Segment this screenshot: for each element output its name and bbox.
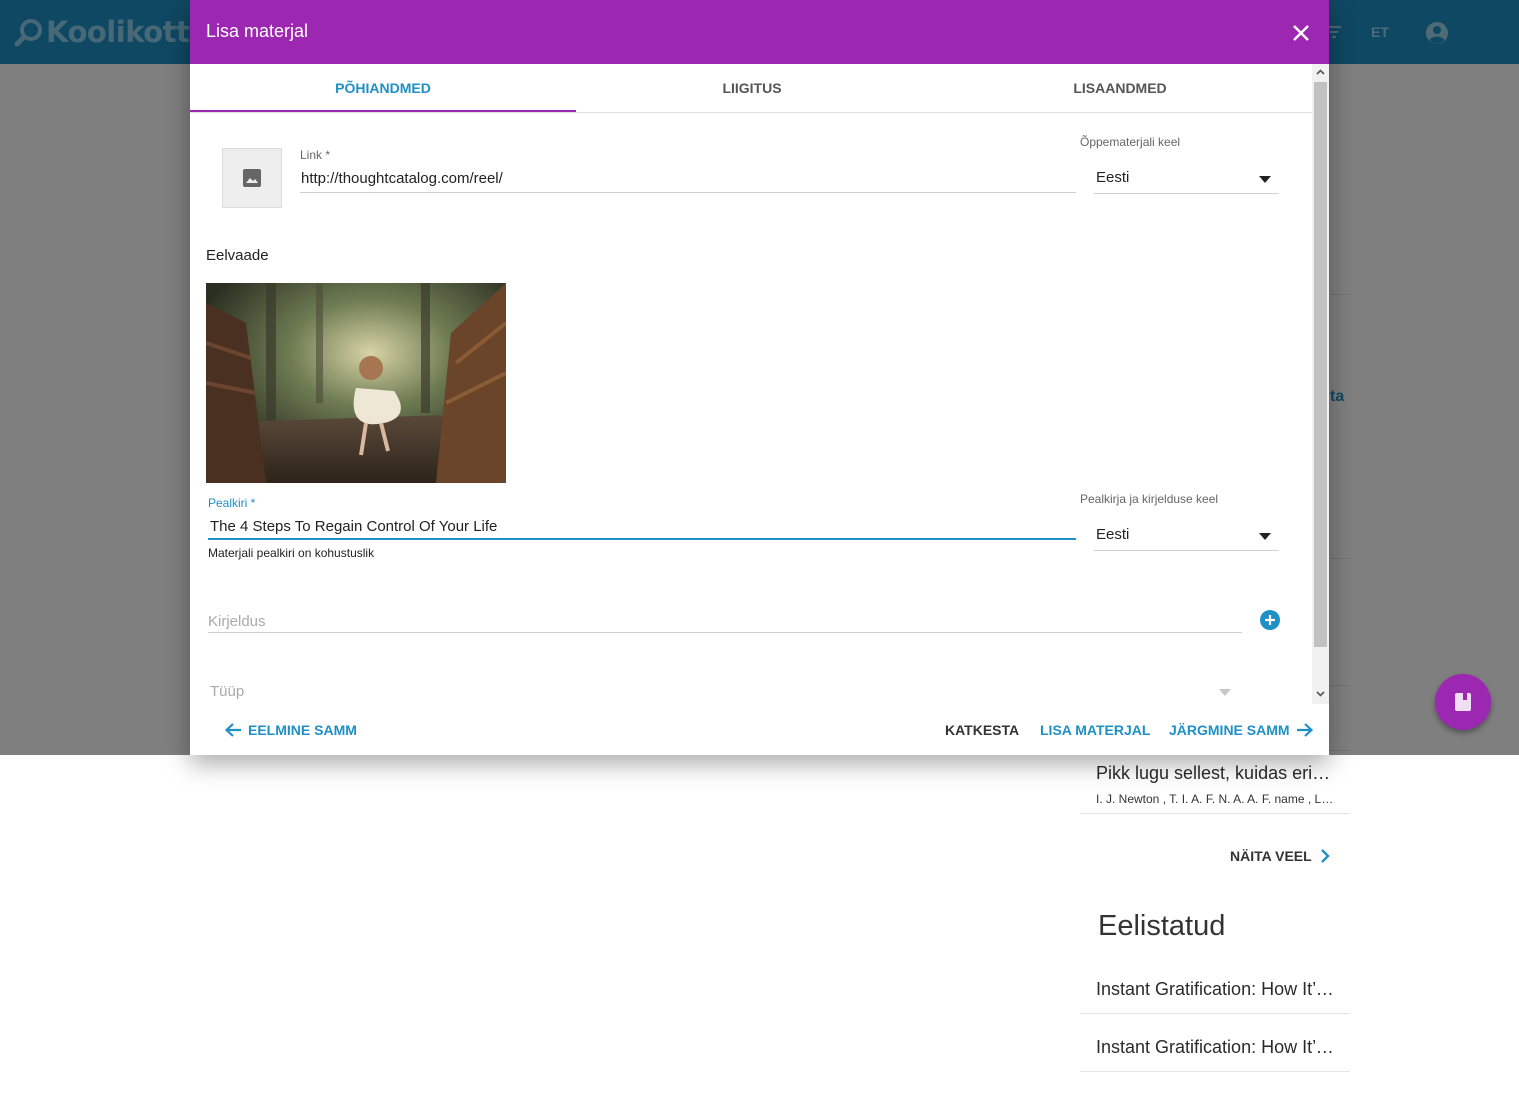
add-material-dialog: Lisa materjal PÕHIANDMED LIIGITUS LISAAN… <box>190 0 1329 755</box>
description-input[interactable]: Kirjeldus <box>208 613 266 630</box>
material-authors: I. J. Newton , T. I. A. F. N. A. A. F. n… <box>1096 792 1336 806</box>
arrow-forward-icon <box>1296 723 1313 737</box>
dialog-scrollbar[interactable] <box>1312 64 1329 704</box>
recommended-heading: Eelistatud <box>1098 910 1226 942</box>
thumbnail-upload[interactable] <box>222 148 282 208</box>
link-underline <box>300 192 1076 193</box>
material-language-label: Õppematerjali keel <box>1080 135 1181 149</box>
title-underline <box>208 538 1076 540</box>
scroll-down-icon[interactable] <box>1315 688 1326 699</box>
title-input[interactable]: The 4 Steps To Regain Control Of Your Li… <box>210 518 497 535</box>
sidebar-material-item[interactable]: Pikk lugu sellest, kuidas erinevad ... I… <box>1080 755 1350 814</box>
recommended-item-title: Instant Gratification: How It’s Hurting … <box>1096 1037 1336 1057</box>
cancel-button[interactable]: KATKESTA <box>945 718 1019 742</box>
type-select[interactable]: Tüüp <box>210 683 244 700</box>
show-more-button[interactable]: NÄITA VEEL <box>1230 848 1330 864</box>
preview-image <box>206 283 506 483</box>
title-language-value: Eesti <box>1096 526 1130 543</box>
add-material-fab[interactable] <box>1435 674 1491 730</box>
dialog-header: Lisa materjal <box>190 0 1329 64</box>
title-language-select[interactable]: Eesti <box>1094 524 1279 551</box>
material-title: Pikk lugu sellest, kuidas erinevad ... <box>1096 763 1336 783</box>
tab-pohiandmed[interactable]: PÕHIANDMED <box>190 64 576 112</box>
chevron-down-icon <box>1219 689 1231 696</box>
scrollbar-thumb[interactable] <box>1314 82 1327 647</box>
title-label: Pealkiri * <box>208 496 256 510</box>
recommended-item[interactable]: Instant Gratification: How It’s Hurting … <box>1080 955 1350 1014</box>
cancel-label: KATKESTA <box>945 722 1020 738</box>
add-material-button[interactable]: LISA MATERJAL <box>1040 718 1150 742</box>
arrow-back-icon <box>224 723 241 737</box>
material-language-select[interactable]: Eesti <box>1094 167 1279 194</box>
description-underline <box>208 632 1242 633</box>
recommended-item-title: Instant Gratification: How It’s Hurting … <box>1096 979 1336 999</box>
image-icon <box>243 169 261 187</box>
chevron-right-icon <box>1320 849 1330 863</box>
link-label: Link * <box>300 148 331 162</box>
title-hint: Materjali pealkiri on kohustuslik <box>208 546 375 560</box>
show-more-label: NÄITA VEEL <box>1230 848 1312 864</box>
recommended-item[interactable]: Instant Gratification: How It’s Hurting … <box>1080 1013 1350 1072</box>
book-icon <box>1455 693 1471 711</box>
scroll-up-icon[interactable] <box>1315 67 1326 78</box>
tab-lisaandmed[interactable]: LISAANDMED <box>936 64 1304 112</box>
material-language-value: Eesti <box>1096 169 1130 186</box>
plus-icon <box>1265 615 1275 625</box>
next-step-button[interactable]: JÄRGMINE SAMM <box>1169 718 1314 742</box>
previous-step-label: EELMINE SAMM <box>248 722 357 738</box>
add-material-label: LISA MATERJAL <box>1040 722 1151 738</box>
title-language-label: Pealkirja ja kirjelduse keel <box>1080 492 1219 506</box>
next-step-label: JÄRGMINE SAMM <box>1169 722 1290 738</box>
link-input[interactable]: http://thoughtcatalog.com/reel/ <box>301 170 503 187</box>
chevron-down-icon <box>1259 533 1271 540</box>
preview-label: Eelvaade <box>206 247 269 264</box>
dialog-title: Lisa materjal <box>206 21 309 41</box>
tab-liigitus[interactable]: LIIGITUS <box>568 64 936 112</box>
add-circle-icon[interactable] <box>1260 610 1280 630</box>
dialog-tabs: PÕHIANDMED LIIGITUS LISAANDMED <box>190 64 1312 113</box>
close-icon[interactable] <box>1290 22 1312 44</box>
chevron-down-icon <box>1259 176 1271 183</box>
previous-step-button[interactable]: EELMINE SAMM <box>224 718 357 742</box>
